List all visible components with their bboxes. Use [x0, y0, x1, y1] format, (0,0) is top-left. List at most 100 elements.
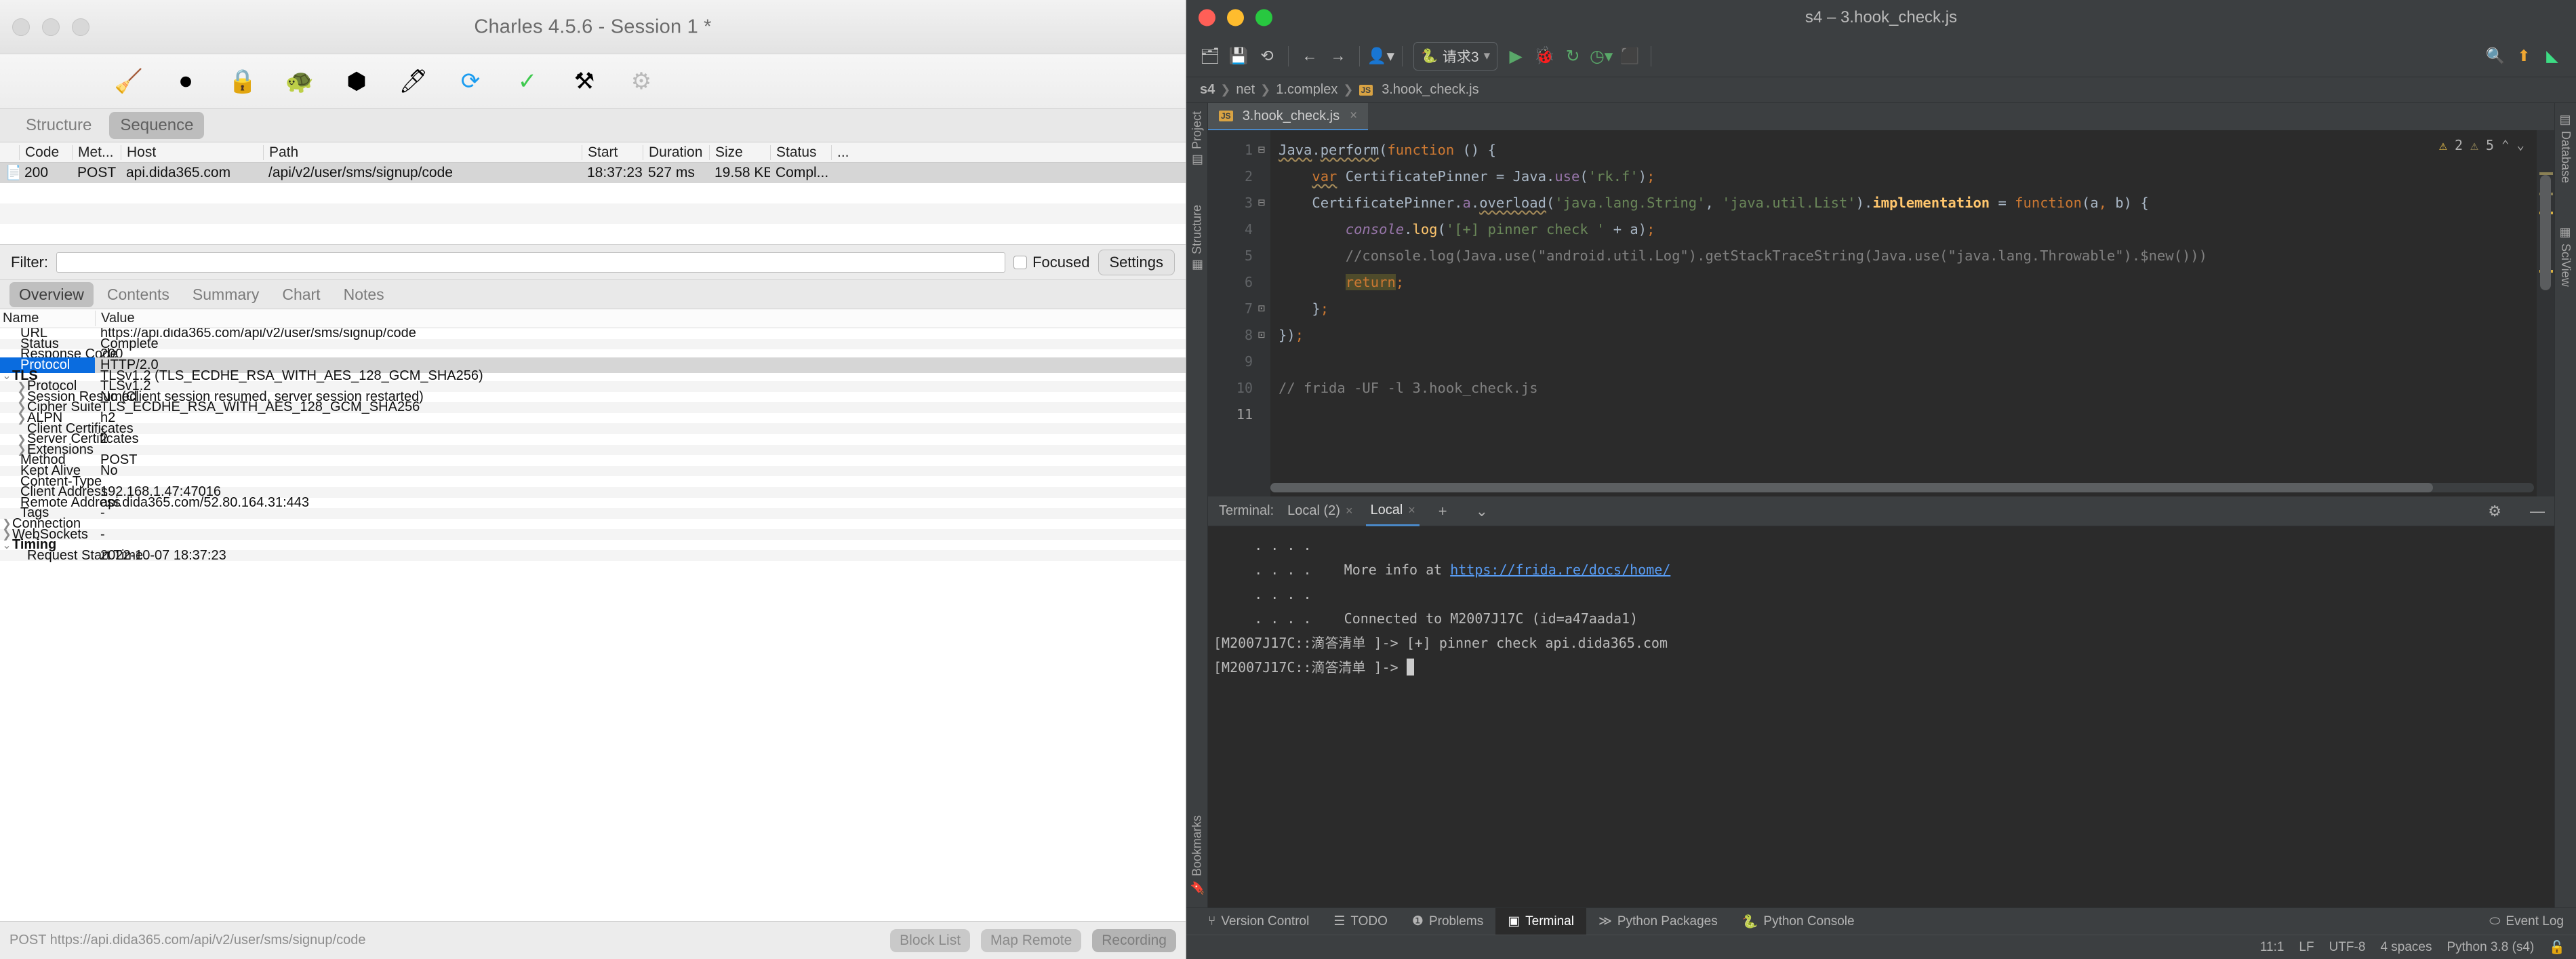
detail-row[interactable]: Tags -: [0, 505, 1186, 520]
detail-col-name[interactable]: Name: [0, 311, 95, 326]
tab-notes[interactable]: Notes: [334, 282, 394, 307]
col-duration[interactable]: Duration: [643, 144, 709, 160]
fold-marker[interactable]: ⊟: [1253, 190, 1270, 216]
run-icon[interactable]: ▶: [1502, 42, 1530, 71]
col-host[interactable]: Host: [121, 144, 263, 160]
code-editor[interactable]: 1 2 3 4 5 6 7 8 9 10 11 ⊟ ⊟ ⊡ ⊡ Java.per…: [1208, 130, 2554, 496]
unlocked-icon[interactable]: 🔓: [2549, 939, 2565, 956]
debug-icon[interactable]: 🐞: [1530, 42, 1558, 71]
fold-marker[interactable]: ⊡: [1253, 322, 1270, 349]
editor-error-stripe[interactable]: [2537, 130, 2554, 496]
gear-icon[interactable]: ⚙: [2478, 503, 2511, 520]
back-arrow-icon[interactable]: ←: [1295, 42, 1324, 71]
validate-check-icon[interactable]: ✓: [499, 60, 556, 102]
record-stop-icon[interactable]: ⏺: [157, 60, 214, 102]
col-status[interactable]: Status: [770, 144, 831, 160]
caret-position[interactable]: 11:1: [2260, 940, 2285, 955]
ide-logo-icon[interactable]: ◣: [2538, 42, 2567, 71]
col-method[interactable]: Met...: [72, 144, 121, 160]
tools-icon[interactable]: ⚒: [556, 60, 613, 102]
focused-checkbox-box[interactable]: [1013, 255, 1028, 269]
tab-structure[interactable]: Structure: [15, 112, 102, 139]
detail-col-value[interactable]: Value: [95, 311, 1186, 326]
tool-button-version-control[interactable]: ⑂ Version Control: [1196, 908, 1321, 935]
gear-icon[interactable]: ⚙: [613, 60, 670, 102]
profile-run-icon[interactable]: ◷▾: [1587, 42, 1615, 71]
col-code[interactable]: Code: [19, 144, 72, 160]
breakpoint-icon[interactable]: ⬢: [328, 60, 385, 102]
close-icon[interactable]: ×: [1346, 504, 1353, 518]
editor-gutter[interactable]: 1 2 3 4 5 6 7 8 9 10 11: [1208, 130, 1253, 496]
frida-docs-link[interactable]: https://frida.re/docs/home/: [1450, 562, 1670, 578]
breadcrumb-item-net[interactable]: net: [1236, 82, 1255, 98]
close-icon[interactable]: ×: [1408, 503, 1415, 517]
tool-button-python-packages[interactable]: ≫ Python Packages: [1586, 908, 1730, 935]
profile-icon[interactable]: 👤▾: [1367, 42, 1395, 71]
indent-setting[interactable]: 4 spaces: [2380, 940, 2432, 955]
search-icon[interactable]: 🔍: [2481, 42, 2510, 71]
run-configuration-selector[interactable]: 🐍 请求3 ▾: [1413, 41, 1498, 71]
close-icon[interactable]: ×: [1350, 109, 1357, 123]
editor-inspections-widget[interactable]: ⚠ 2 ⚠ 5 ⌃ ⌄: [2439, 137, 2524, 153]
tab-chart[interactable]: Chart: [273, 282, 329, 307]
project-structure-icon[interactable]: 🗂: [1196, 42, 1224, 71]
terminal-tab-local[interactable]: Local ×: [1366, 496, 1420, 526]
chevron-up-icon[interactable]: ⌃: [2501, 138, 2509, 153]
tab-contents[interactable]: Contents: [98, 282, 179, 307]
sidebar-item-sciview[interactable]: ▦ SciView: [2558, 225, 2573, 287]
scrollbar-thumb[interactable]: [1270, 483, 2433, 492]
col-more[interactable]: ...: [831, 144, 858, 160]
editor-fold-column[interactable]: ⊟ ⊟ ⊡ ⊡: [1253, 130, 1270, 496]
detail-row[interactable]: Kept Alive No: [0, 463, 1186, 478]
focused-checkbox[interactable]: Focused: [1013, 254, 1090, 271]
sidebar-item-database[interactable]: ▤ Database: [2558, 113, 2573, 183]
event-log-button[interactable]: ⬭ Event Log: [2477, 908, 2576, 935]
breadcrumb-item-file[interactable]: 3.hook_check.js: [1382, 82, 1478, 98]
editor-tab-hook-check[interactable]: JS 3.hook_check.js ×: [1208, 103, 1369, 130]
chevron-down-icon[interactable]: ⌄: [2517, 138, 2524, 153]
breadcrumb-item-complex[interactable]: 1.complex: [1276, 82, 1337, 98]
editor-code-area[interactable]: Java.perform(function () { var Certifica…: [1270, 130, 2554, 496]
terminal-tab-local-2[interactable]: Local (2) ×: [1283, 496, 1356, 526]
breadcrumb-item-s4[interactable]: s4: [1200, 82, 1215, 98]
forward-arrow-icon[interactable]: →: [1324, 42, 1352, 71]
tab-overview[interactable]: Overview: [9, 281, 94, 307]
scrollbar-thumb[interactable]: [2540, 175, 2551, 290]
recording-button[interactable]: Recording: [1092, 928, 1176, 952]
col-start[interactable]: Start: [582, 144, 643, 160]
col-icon[interactable]: [0, 145, 19, 160]
detail-row[interactable]: ❯ WebSockets -: [0, 527, 1186, 542]
detail-row[interactable]: Request Start Time 2022-10-07 18:37:23: [0, 548, 1186, 563]
ssl-lock-icon[interactable]: 🔒: [214, 60, 271, 102]
repeat-icon[interactable]: ⟳: [442, 60, 499, 102]
sidebar-item-project[interactable]: ▤ Project: [1190, 111, 1205, 168]
save-icon[interactable]: 💾: [1224, 42, 1253, 71]
settings-button[interactable]: Settings: [1098, 249, 1175, 275]
map-remote-button[interactable]: Map Remote: [981, 928, 1082, 952]
add-terminal-button[interactable]: +: [1429, 503, 1457, 520]
tool-button-python-console[interactable]: 🐍 Python Console: [1730, 908, 1867, 935]
update-icon[interactable]: ⬆: [2510, 42, 2538, 71]
throttle-turtle-icon[interactable]: 🐢: [271, 60, 328, 102]
chevron-down-icon[interactable]: ⌄: [1466, 503, 1497, 520]
terminal-output[interactable]: . . . . . . . . More info at https://fri…: [1208, 526, 2554, 907]
table-row[interactable]: 📄 200 POST api.dida365.com /api/v2/user/…: [0, 163, 1186, 183]
tab-summary[interactable]: Summary: [183, 282, 268, 307]
sidebar-item-structure[interactable]: ▦ Structure: [1190, 205, 1205, 273]
broom-icon[interactable]: 🧹: [100, 60, 157, 102]
coverage-icon[interactable]: ↻: [1558, 42, 1587, 71]
compose-pencil-icon[interactable]: 🖊: [385, 60, 442, 102]
tool-button-terminal[interactable]: ▣ Terminal: [1495, 907, 1586, 935]
editor-horizontal-scrollbar[interactable]: [1270, 483, 2534, 492]
file-encoding[interactable]: UTF-8: [2329, 940, 2366, 955]
sidebar-item-bookmarks[interactable]: 🔖 Bookmarks: [1190, 815, 1205, 895]
filter-input[interactable]: [56, 252, 1006, 273]
minimize-icon[interactable]: ―: [2520, 503, 2554, 520]
sync-icon[interactable]: ⟲: [1253, 42, 1281, 71]
detail-row[interactable]: ❯ Server Certificates 2: [0, 431, 1186, 446]
col-size[interactable]: Size: [709, 144, 770, 160]
block-list-button[interactable]: Block List: [890, 928, 971, 952]
col-path[interactable]: Path: [263, 144, 582, 160]
tool-button-todo[interactable]: ☰ TODO: [1321, 908, 1400, 935]
line-separator[interactable]: LF: [2299, 940, 2314, 955]
